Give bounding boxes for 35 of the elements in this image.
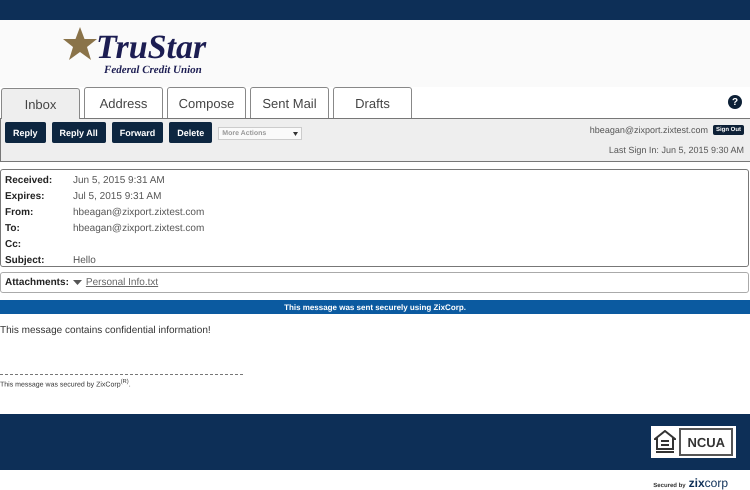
- tab[interactable]: Compose: [167, 87, 246, 118]
- star-icon: [62, 26, 98, 62]
- header-label: Cc:: [5, 238, 22, 252]
- last-sign-in: Last Sign In: Jun 5, 2015 9:30 AM: [608, 145, 744, 155]
- toolbar-button[interactable]: Reply: [5, 122, 46, 143]
- header-value: hbeagan@zixport.zixtest.com: [73, 222, 206, 236]
- header-value: Hello: [73, 254, 97, 268]
- tab[interactable]: Inbox: [1, 88, 80, 119]
- header-label: From:: [5, 206, 34, 220]
- toolbar-button[interactable]: Reply All: [52, 122, 106, 143]
- attachment-link[interactable]: Personal Info.txt: [86, 277, 158, 288]
- header-label: To:: [5, 222, 21, 236]
- ncua-logo: NCUA: [679, 428, 733, 456]
- tab[interactable]: Sent Mail: [250, 87, 329, 118]
- logo-subtitle: Federal Credit Union: [104, 64, 203, 76]
- secure-banner: This message was sent securely using ZixCorp.: [0, 300, 750, 314]
- zixcorp-logo: zixcorp: [688, 476, 728, 490]
- toolbar-button[interactable]: Forward: [112, 122, 164, 143]
- caret-icon: [293, 132, 298, 136]
- header-value: Jun 5, 2015 9:31 AM: [73, 174, 166, 188]
- message-body: This message contains confidential information!: [0, 325, 212, 336]
- logo-text: TruStar: [96, 32, 206, 64]
- help-icon[interactable]: ?: [728, 95, 742, 109]
- house-icon: [654, 430, 676, 454]
- header-value: Jul 5, 2015 9:31 AM: [73, 190, 162, 204]
- caret-icon: [72, 280, 82, 285]
- tab[interactable]: Drafts: [333, 87, 412, 118]
- header-value: hbeagan@zixport.zixtest.com: [73, 206, 206, 220]
- header-label: Subject:: [5, 254, 46, 268]
- toolbar-button[interactable]: Delete: [169, 122, 212, 143]
- attachments-label: Attachments:: [5, 276, 69, 290]
- tab[interactable]: Address: [84, 87, 163, 118]
- user-email: hbeagan@zixport.zixtest.com: [590, 125, 708, 135]
- header-label: Received:: [5, 174, 54, 188]
- header-label: Expires:: [5, 190, 46, 204]
